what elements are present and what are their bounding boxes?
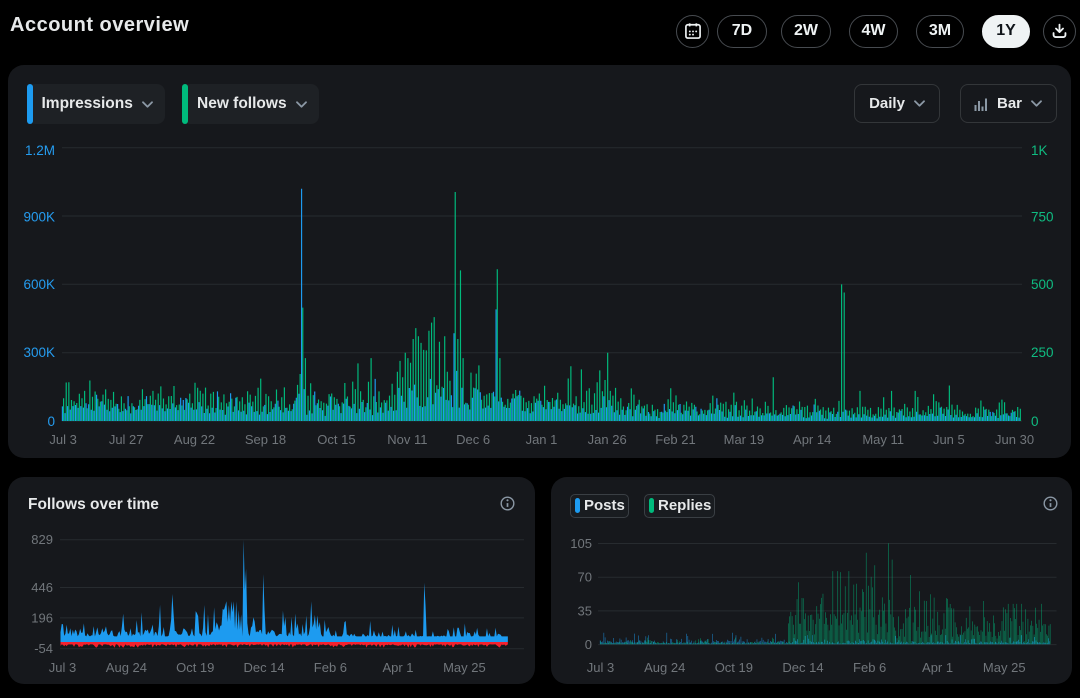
svg-text:Jul 3: Jul 3	[587, 660, 614, 675]
svg-text:Jul 3: Jul 3	[49, 660, 76, 675]
svg-text:500: 500	[1031, 277, 1054, 292]
svg-text:Jul 27: Jul 27	[109, 432, 144, 447]
svg-text:105: 105	[570, 536, 592, 551]
svg-text:Aug 24: Aug 24	[106, 660, 147, 675]
svg-text:Jun 5: Jun 5	[933, 432, 965, 447]
svg-text:Oct 19: Oct 19	[715, 660, 753, 675]
svg-text:Apr 1: Apr 1	[922, 660, 953, 675]
svg-text:446: 446	[31, 580, 53, 595]
svg-text:Jun 30: Jun 30	[995, 432, 1034, 447]
svg-text:Dec 6: Dec 6	[456, 432, 490, 447]
svg-text:750: 750	[1031, 209, 1054, 224]
svg-text:Mar 19: Mar 19	[724, 432, 764, 447]
svg-text:Oct 19: Oct 19	[176, 660, 214, 675]
svg-text:Oct 15: Oct 15	[317, 432, 355, 447]
svg-text:May 25: May 25	[983, 660, 1026, 675]
svg-text:-54: -54	[34, 641, 53, 656]
svg-text:600K: 600K	[23, 277, 55, 292]
svg-text:250: 250	[1031, 345, 1054, 360]
svg-text:May 25: May 25	[443, 660, 486, 675]
svg-text:Aug 22: Aug 22	[174, 432, 215, 447]
svg-text:Jul 3: Jul 3	[49, 432, 76, 447]
svg-text:Feb 6: Feb 6	[314, 660, 347, 675]
svg-text:Aug 24: Aug 24	[644, 660, 685, 675]
svg-text:Feb 21: Feb 21	[655, 432, 695, 447]
svg-text:Apr 14: Apr 14	[793, 432, 831, 447]
svg-text:Apr 1: Apr 1	[382, 660, 413, 675]
svg-text:300K: 300K	[23, 345, 55, 360]
svg-text:Feb 6: Feb 6	[853, 660, 886, 675]
svg-text:Dec 14: Dec 14	[243, 660, 284, 675]
svg-text:196: 196	[31, 610, 53, 625]
svg-text:35: 35	[578, 603, 592, 618]
svg-text:1K: 1K	[1031, 143, 1048, 158]
svg-text:70: 70	[578, 570, 592, 585]
svg-text:900K: 900K	[23, 209, 55, 224]
svg-text:May 11: May 11	[862, 432, 904, 447]
svg-text:Jan 26: Jan 26	[588, 432, 627, 447]
svg-text:829: 829	[31, 532, 53, 547]
svg-text:Dec 14: Dec 14	[782, 660, 823, 675]
svg-text:Sep 18: Sep 18	[245, 432, 286, 447]
svg-text:1.2M: 1.2M	[25, 143, 55, 158]
svg-text:0: 0	[1031, 414, 1039, 429]
svg-text:Jan 1: Jan 1	[526, 432, 558, 447]
svg-text:0: 0	[47, 414, 55, 429]
svg-text:Nov 11: Nov 11	[387, 432, 427, 447]
svg-text:0: 0	[585, 637, 592, 652]
